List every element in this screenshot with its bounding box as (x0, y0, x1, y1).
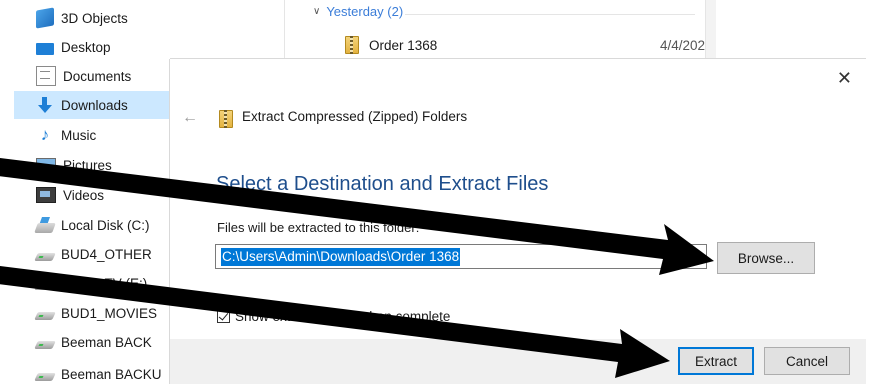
file-list: ∨ Yesterday (2) Order 1368 4/4/202 (285, 0, 705, 60)
nav-item-bud2[interactable]: BUD2_TV (E:) (14, 269, 170, 297)
documents-icon (36, 66, 56, 86)
destination-path-input[interactable]: C:\Users\Admin\Downloads\Order 1368 (215, 244, 707, 269)
group-header-label: Yesterday (2) (326, 4, 404, 19)
nav-item-music[interactable]: ♪ Music (14, 121, 170, 149)
drive-icon (34, 341, 56, 349)
nav-item-documents[interactable]: Documents (14, 62, 170, 90)
file-row[interactable]: Order 1368 4/4/202 (345, 34, 705, 56)
nav-item-pictures[interactable]: Pictures (14, 151, 170, 179)
local-disk-icon (34, 222, 56, 233)
file-date: 4/4/202 (659, 37, 705, 53)
music-icon: ♪ (40, 125, 50, 144)
nav-item-desktop[interactable]: Desktop (14, 33, 170, 61)
drive-icon (34, 253, 56, 261)
nav-item-bud1[interactable]: BUD1_MOVIES (14, 299, 170, 327)
destination-label: Files will be extracted to this folder: (217, 220, 420, 235)
group-divider (405, 14, 695, 15)
show-files-checkbox[interactable] (217, 310, 230, 323)
chevron-down-icon: ∨ (313, 6, 321, 17)
file-name: Order 1368 (369, 37, 438, 53)
zip-folder-icon (219, 110, 233, 128)
extract-dialog: ✕ ← Extract Compressed (Zipped) Folders … (170, 59, 866, 384)
videos-icon (36, 187, 56, 203)
drive-icon (34, 373, 56, 381)
drive-icon (34, 282, 56, 290)
scrollbar[interactable] (705, 0, 716, 60)
desktop-icon (36, 42, 54, 55)
dialog-title: Extract Compressed (Zipped) Folders (242, 109, 468, 124)
group-header[interactable]: ∨ Yesterday (2) (313, 4, 403, 19)
show-files-checkbox-row[interactable]: Show extracted files when complete (217, 309, 450, 324)
nav-item-local-disk[interactable]: Local Disk (C:) (14, 211, 170, 239)
downloads-icon (36, 96, 54, 114)
drive-icon (34, 312, 56, 320)
nav-item-3d-objects[interactable]: 3D Objects (14, 4, 170, 32)
nav-item-beeman-back[interactable]: Beeman BACK (14, 328, 170, 356)
browse-button[interactable]: Browse... (717, 242, 815, 274)
dialog-heading: Select a Destination and Extract Files (216, 173, 549, 195)
zip-folder-icon (345, 36, 359, 54)
destination-path-value: C:\Users\Admin\Downloads\Order 1368 (221, 247, 461, 266)
close-icon[interactable]: ✕ (837, 68, 852, 89)
nav-item-videos[interactable]: Videos (14, 181, 170, 209)
dialog-footer: Extract Cancel (170, 339, 866, 384)
3d-objects-icon (36, 7, 54, 29)
nav-item-bud4[interactable]: BUD4_OTHER (14, 240, 170, 268)
navigation-pane: 3D Objects Desktop Documents Downloads ♪… (0, 0, 170, 384)
cancel-button[interactable]: Cancel (764, 347, 850, 375)
show-files-checkbox-label: Show extracted files when complete (235, 309, 451, 324)
back-arrow-icon[interactable]: ← (182, 109, 198, 127)
nav-item-downloads[interactable]: Downloads (14, 91, 170, 119)
pictures-icon (36, 157, 56, 173)
extract-button[interactable]: Extract (678, 347, 754, 375)
